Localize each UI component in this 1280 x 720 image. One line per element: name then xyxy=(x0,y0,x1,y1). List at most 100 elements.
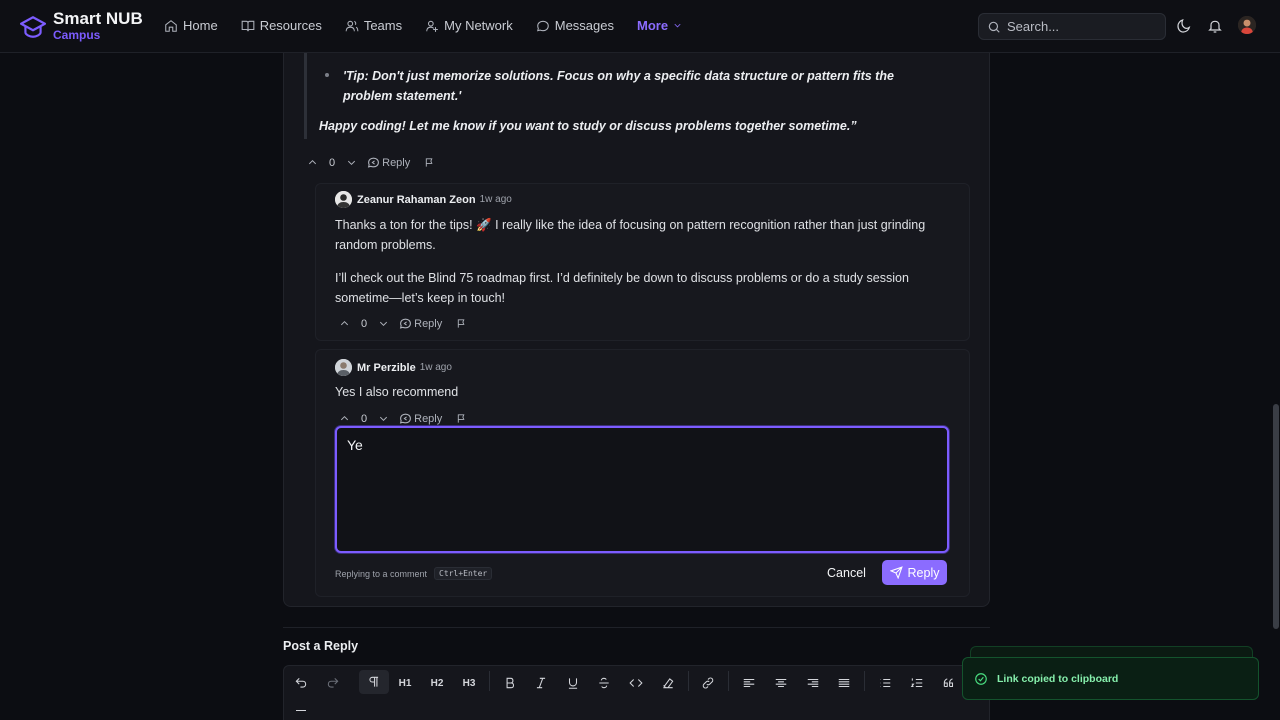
clear-format-button[interactable] xyxy=(655,674,681,692)
users-icon xyxy=(345,20,359,31)
bullet-list-icon xyxy=(880,678,891,688)
nav-more-dropdown[interactable]: More xyxy=(637,18,683,33)
blockquote-bar xyxy=(304,53,307,139)
avatar-image xyxy=(335,359,352,376)
message-icon xyxy=(536,20,549,31)
user-network-icon xyxy=(426,20,438,32)
post-tip-text: 'Tip: Don't just memorize solutions. Foc… xyxy=(343,69,894,103)
reply-textarea[interactable]: Ye xyxy=(335,426,949,553)
home-icon xyxy=(165,19,177,32)
main-nav: Home Resources Teams My Network Messages… xyxy=(164,18,706,33)
graduation-cap-icon xyxy=(20,16,46,38)
link-icon xyxy=(702,677,714,689)
paragraph-icon xyxy=(369,676,379,687)
toolbar-separator xyxy=(864,671,865,691)
code-button[interactable] xyxy=(623,674,649,692)
avatar[interactable] xyxy=(335,191,352,208)
align-center-icon xyxy=(775,678,787,688)
reply-label: Reply xyxy=(382,156,411,169)
nav-teams[interactable]: Teams xyxy=(345,18,402,33)
toolbar-separator xyxy=(728,671,729,691)
toast-message: Link copied to clipboard xyxy=(997,672,1119,685)
nav-messages-label: Messages xyxy=(554,18,614,33)
vote-count: 0 xyxy=(329,156,336,169)
user-avatar[interactable] xyxy=(1238,16,1256,34)
align-left-icon xyxy=(743,678,755,688)
comment-author[interactable]: Zeanur Rahaman Zeon xyxy=(357,194,476,206)
comment-time: 1w ago xyxy=(419,362,452,373)
reply-hint-text: Replying to a comment xyxy=(335,568,428,579)
reply-button[interactable]: Reply xyxy=(399,317,442,330)
redo-button[interactable] xyxy=(320,674,346,692)
search-input[interactable]: Search... xyxy=(978,13,1166,40)
eraser-icon xyxy=(663,678,674,689)
underline-icon xyxy=(568,678,578,689)
strikethrough-icon xyxy=(599,677,609,689)
nav-resources-label: Resources xyxy=(259,18,322,33)
downvote-icon[interactable] xyxy=(346,157,357,168)
ordered-list-button[interactable] xyxy=(904,674,930,692)
heading-1-button[interactable]: H1 xyxy=(392,674,418,692)
moon-icon[interactable] xyxy=(1176,18,1192,34)
flag-icon[interactable] xyxy=(456,318,467,329)
upvote-icon[interactable] xyxy=(307,157,318,168)
reply-icon xyxy=(400,318,412,329)
heading-2-button[interactable]: H2 xyxy=(424,674,450,692)
nav-home[interactable]: Home xyxy=(164,18,218,33)
italic-button[interactable] xyxy=(528,674,554,692)
align-justify-button[interactable] xyxy=(831,674,857,692)
comment-actions: 0 Reply xyxy=(339,317,467,330)
bold-button[interactable] xyxy=(497,674,523,692)
heading-3-button[interactable]: H3 xyxy=(456,674,482,692)
paragraph-button[interactable] xyxy=(359,670,389,694)
undo-button[interactable] xyxy=(288,674,314,692)
code-icon xyxy=(629,679,643,687)
align-right-icon xyxy=(807,678,819,688)
underline-button[interactable] xyxy=(560,674,586,692)
upvote-icon[interactable] xyxy=(339,318,350,329)
comment-body-paragraph: I’ll check out the Blind 75 roadmap firs… xyxy=(335,271,909,305)
reply-label: Reply xyxy=(414,317,443,330)
comment-author[interactable]: Mr Perzible xyxy=(357,362,416,374)
quote-icon xyxy=(943,678,954,688)
nav-resources[interactable]: Resources xyxy=(241,18,322,33)
comment-body-paragraph: Thanks a ton for the tips! 🚀 I really li… xyxy=(335,218,926,252)
align-justify-icon xyxy=(838,678,850,688)
submit-reply-button[interactable]: Reply xyxy=(882,560,947,585)
reply-button[interactable]: Reply xyxy=(399,412,442,425)
link-button[interactable] xyxy=(695,674,721,692)
blockquote-button[interactable] xyxy=(936,674,962,692)
bell-icon[interactable] xyxy=(1207,18,1223,34)
reply-button[interactable]: Reply xyxy=(367,156,410,169)
downvote-icon[interactable] xyxy=(378,413,389,424)
flag-icon[interactable] xyxy=(424,157,435,168)
nav-my-network[interactable]: My Network xyxy=(425,18,513,33)
vote-count: 0 xyxy=(361,317,368,330)
strikethrough-button[interactable] xyxy=(591,674,617,692)
scrollbar-thumb[interactable] xyxy=(1273,404,1279,629)
brand-name: Smart NUB xyxy=(53,9,143,28)
bold-icon xyxy=(506,677,515,689)
upvote-icon[interactable] xyxy=(339,413,350,424)
bullet-list-button[interactable] xyxy=(872,674,898,692)
nav-teams-label: Teams xyxy=(363,18,403,33)
avatar[interactable] xyxy=(335,359,352,376)
check-circle-icon xyxy=(975,672,987,685)
downvote-icon[interactable] xyxy=(378,318,389,329)
toolbar-separator xyxy=(688,671,689,691)
align-left-button[interactable] xyxy=(736,674,762,692)
align-center-button[interactable] xyxy=(768,674,794,692)
vote-count: 0 xyxy=(361,412,368,425)
reply-icon xyxy=(368,157,380,168)
flag-icon[interactable] xyxy=(456,413,467,424)
align-right-button[interactable] xyxy=(800,674,826,692)
cancel-button[interactable]: Cancel xyxy=(819,562,874,584)
nav-home-label: Home xyxy=(183,18,218,33)
brand[interactable]: Smart NUB Campus xyxy=(20,10,143,41)
top-navbar: Smart NUB Campus Home Resources Teams My… xyxy=(0,0,1280,53)
toast-notification: Link copied to clipboard xyxy=(962,657,1259,700)
send-icon xyxy=(889,566,903,579)
horizontal-rule-button[interactable] xyxy=(296,710,306,711)
search-icon xyxy=(988,21,1000,33)
nav-messages[interactable]: Messages xyxy=(536,18,614,33)
